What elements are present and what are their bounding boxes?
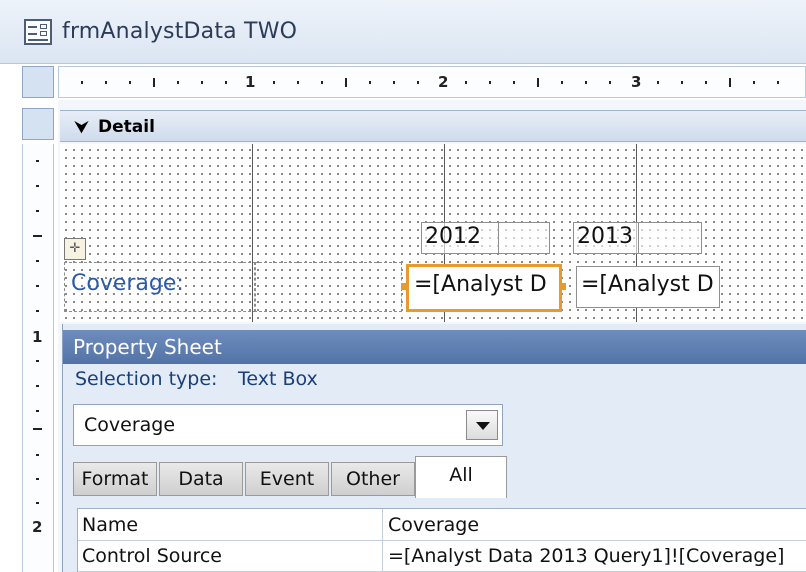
property-grid-divider: [382, 509, 383, 572]
ruler-mark-3: 3: [631, 73, 642, 91]
section-selector[interactable]: [22, 108, 54, 140]
ruler-mark-2: 2: [438, 73, 449, 91]
label-2012-extent: [498, 222, 550, 254]
section-label: Detail: [98, 117, 155, 137]
section-arrow-icon: ⮟: [74, 117, 90, 138]
window-title: frmAnalystData TWO: [62, 19, 298, 44]
coverage-label[interactable]: Coverage:: [64, 262, 256, 312]
selection-type-value: Text Box: [238, 368, 318, 390]
label-2013[interactable]: 2013: [573, 222, 639, 254]
property-sheet-header: Property Sheet: [63, 330, 806, 364]
dropdown-button[interactable]: [466, 410, 498, 440]
resize-handle[interactable]: [401, 283, 408, 290]
tab-other[interactable]: Other: [331, 462, 415, 496]
vruler-mark-1: 1: [32, 328, 43, 346]
form-selector[interactable]: [22, 66, 54, 98]
chevron-down-icon: [476, 422, 490, 430]
window-title-bar: frmAnalystData TWO: [0, 0, 806, 64]
tab-data[interactable]: Data: [159, 462, 243, 496]
property-row-name[interactable]: Name Coverage: [78, 511, 806, 541]
property-value[interactable]: Coverage: [388, 514, 479, 536]
horizontal-ruler[interactable]: 1 2 3: [58, 66, 806, 98]
form-icon: [24, 19, 52, 45]
selection-type-label: Selection type:: [75, 368, 218, 390]
tab-format[interactable]: Format: [73, 462, 157, 496]
property-value[interactable]: =[Analyst Data 2013 Query1]![Coverage]: [388, 545, 784, 567]
ruler-mark-1: 1: [245, 73, 256, 91]
tab-all[interactable]: All: [415, 456, 507, 498]
vruler-mark-2: 2: [32, 518, 43, 536]
label-2013-extent: [638, 222, 702, 254]
move-handle-icon[interactable]: ✛: [64, 238, 86, 260]
property-grid: Name Coverage Control Source =[Analyst D…: [77, 508, 806, 572]
property-row-control-source[interactable]: Control Source =[Analyst Data 2013 Query…: [78, 542, 806, 572]
tab-event[interactable]: Event: [245, 462, 329, 496]
detail-section-header[interactable]: ⮟ Detail: [60, 110, 806, 142]
coverage-label-extent: [254, 262, 402, 312]
textbox-2013[interactable]: =[Analyst D: [576, 266, 720, 308]
property-sheet-title: Property Sheet: [73, 335, 222, 359]
control-selector-value: Coverage: [84, 414, 176, 436]
vertical-ruler[interactable]: 1 2: [22, 144, 54, 572]
property-sheet-panel: Property Sheet Selection type: Text Box …: [62, 324, 806, 572]
property-name: Name: [82, 514, 139, 536]
label-2012[interactable]: 2012: [421, 222, 499, 254]
resize-handle[interactable]: [559, 283, 566, 290]
textbox-2012[interactable]: =[Analyst D: [406, 264, 562, 312]
property-name: Control Source: [82, 545, 222, 567]
control-selector-dropdown[interactable]: Coverage: [73, 404, 503, 446]
